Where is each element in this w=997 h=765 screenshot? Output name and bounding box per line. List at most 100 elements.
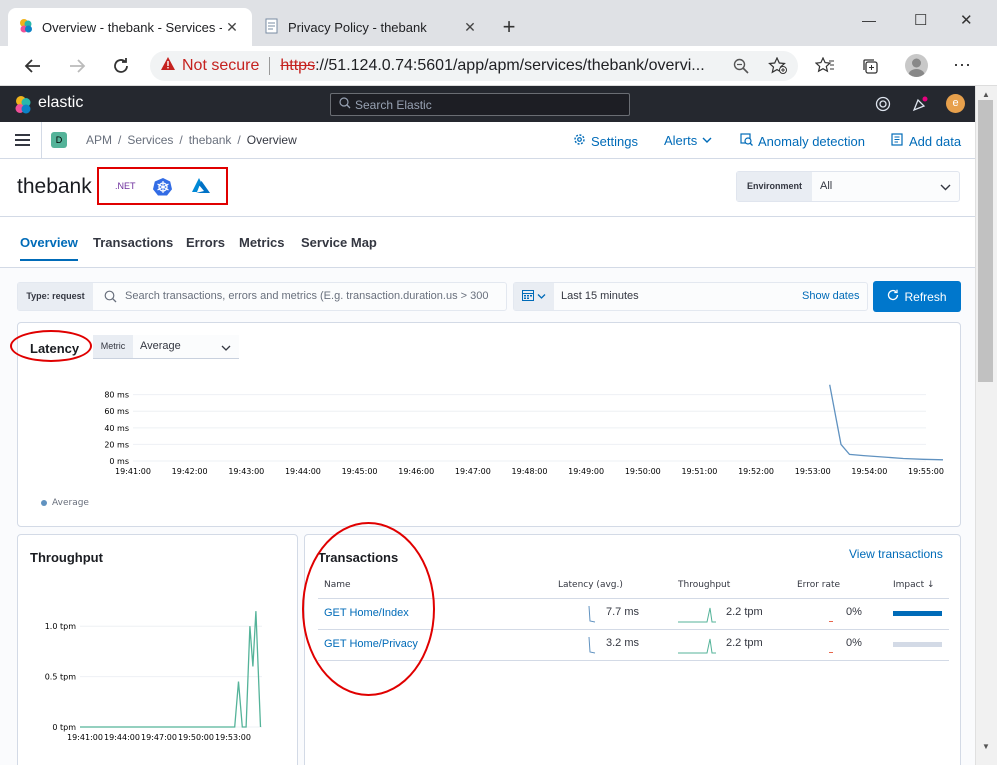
x-tick-label: 19:47:00 — [455, 467, 491, 476]
gear-icon — [573, 133, 586, 149]
scroll-up-icon[interactable]: ▲ — [982, 90, 990, 99]
tab-errors[interactable]: Errors — [186, 235, 225, 250]
collections-icon[interactable] — [861, 57, 879, 78]
add-data-link[interactable]: Add data — [891, 133, 961, 149]
x-tick-label: 19:52:00 — [738, 467, 774, 476]
throughput-panel: Throughput 0 tpm 0.5 tpm 1.0 tpm 19:41:00 19… — [17, 534, 298, 765]
brand-name[interactable]: elastic — [38, 94, 83, 112]
tab-close-icon[interactable]: ✕ — [222, 19, 242, 36]
scrollbar-thumb[interactable] — [978, 100, 993, 382]
page-title: thebank — [17, 175, 92, 198]
environment-select[interactable]: Environment All — [736, 171, 960, 202]
column-header-error-rate[interactable]: Error rate — [797, 580, 840, 590]
tab-close-icon[interactable]: ✕ — [460, 19, 480, 36]
calendar-button[interactable] — [514, 283, 554, 310]
x-tick-label: 19:49:00 — [568, 467, 604, 476]
azure-icon[interactable] — [191, 178, 211, 197]
new-tab-button[interactable]: + — [497, 16, 521, 40]
column-header-impact[interactable]: Impact ↓ — [893, 580, 935, 590]
x-tick-label: 19:44:00 — [285, 467, 321, 476]
divider — [41, 122, 42, 159]
address-bar-row: Not secure https ://51.124.0.74:5601/app… — [0, 46, 997, 86]
kuery-input-placeholder: Search transactions, errors and metrics … — [125, 290, 489, 302]
minimize-button[interactable]: — — [862, 12, 876, 28]
time-range-label[interactable]: Last 15 minutes — [561, 290, 639, 302]
kubernetes-icon[interactable] — [153, 177, 172, 199]
zoom-icon[interactable] — [733, 58, 749, 77]
view-transactions-link[interactable]: View transactions — [849, 547, 943, 561]
impact-bar — [893, 642, 942, 647]
anomaly-icon — [740, 133, 753, 149]
x-tick-label: 19:45:00 — [342, 467, 378, 476]
error-rate-value: 0% — [846, 637, 862, 649]
tab-service-map[interactable]: Service Map — [301, 235, 377, 250]
throughput-value: 2.2 tpm — [726, 606, 763, 618]
transactions-panel: Transactions View transactions Name Late… — [304, 534, 961, 765]
browser-tab-privacy[interactable]: Privacy Policy - thebank ✕ — [254, 8, 490, 46]
latency-sparkline — [588, 605, 596, 623]
user-avatar[interactable]: e — [946, 94, 965, 113]
breadcrumb-apm[interactable]: APM — [86, 133, 112, 147]
dotnet-icon[interactable]: .NET — [115, 181, 136, 191]
help-icon[interactable] — [875, 96, 891, 115]
y-tick-label: 0.5 tpm — [45, 673, 76, 682]
x-tick-label: 19:42:00 — [172, 467, 208, 476]
elastic-favicon-icon — [18, 18, 34, 37]
anomaly-detection-link[interactable]: Anomaly detection — [740, 133, 865, 149]
x-tick-label: 19:47:00 — [141, 733, 177, 742]
breadcrumb-separator: / — [118, 133, 122, 147]
elastic-logo-icon[interactable] — [13, 95, 33, 118]
tab-transactions[interactable]: Transactions — [93, 235, 173, 250]
close-window-button[interactable]: ✕ — [960, 11, 973, 29]
column-header-throughput[interactable]: Throughput — [678, 580, 730, 590]
more-menu-icon[interactable]: ⋯ — [953, 55, 972, 76]
alerts-menu[interactable]: Alerts — [664, 133, 712, 148]
profile-avatar-icon[interactable] — [905, 54, 928, 77]
maximize-button[interactable]: ☐ — [914, 11, 927, 29]
page-favicon-icon — [264, 18, 280, 37]
latency-chart[interactable]: 0 ms 20 ms 40 ms 60 ms 80 ms 19:41:00 19:42:00… — [18, 373, 958, 483]
newsfeed-icon[interactable] — [911, 96, 929, 115]
tab-metrics[interactable]: Metrics — [239, 235, 285, 250]
transaction-name-link[interactable]: GET Home/Index — [324, 607, 409, 619]
calendar-icon — [522, 289, 534, 304]
show-dates-link[interactable]: Show dates — [802, 290, 859, 302]
breadcrumb-service[interactable]: thebank — [189, 133, 232, 147]
breadcrumb-services[interactable]: Services — [127, 133, 173, 147]
kuery-bar[interactable]: Type: request Search transactions, error… — [17, 282, 507, 311]
column-header-latency[interactable]: Latency (avg.) — [558, 580, 623, 590]
latency-legend[interactable]: Average — [41, 498, 89, 508]
breadcrumb-bar: D APM / Services / thebank / Overview Se… — [0, 122, 975, 159]
not-secure-label[interactable]: Not secure — [182, 57, 259, 75]
tab-title: Overview - thebank - Services - A — [42, 19, 222, 35]
metric-select[interactable]: Metric Average — [93, 335, 239, 359]
refresh-button[interactable]: Refresh — [873, 281, 961, 312]
reload-icon[interactable] — [107, 52, 135, 80]
hamburger-menu-icon[interactable] — [15, 133, 31, 150]
favorite-add-icon[interactable] — [768, 56, 788, 78]
throughput-chart[interactable]: 0 tpm 0.5 tpm 1.0 tpm 19:41:00 19:44:00 19:47… — [18, 575, 297, 755]
throughput-title: Throughput — [30, 550, 103, 565]
x-tick-label: 19:43:00 — [228, 467, 264, 476]
error-sparkline — [829, 652, 833, 653]
y-tick-label: 1.0 tpm — [45, 622, 76, 631]
legend-dot — [41, 500, 47, 506]
tab-overview[interactable]: Overview — [20, 235, 78, 261]
date-picker[interactable]: Last 15 minutes Show dates — [513, 282, 868, 311]
series-line — [829, 384, 944, 461]
forward-arrow-icon[interactable] — [63, 52, 91, 80]
global-search-input[interactable]: Search Elastic — [330, 93, 630, 116]
y-tick-label: 80 ms — [104, 391, 129, 400]
scroll-down-icon[interactable]: ▼ — [982, 742, 990, 751]
favorites-icon[interactable] — [814, 56, 835, 78]
add-data-icon — [891, 133, 904, 149]
y-tick-label: 20 ms — [104, 440, 129, 449]
x-tick-label: 19:50:00 — [625, 467, 661, 476]
back-arrow-icon[interactable] — [19, 52, 47, 80]
column-header-name[interactable]: Name — [324, 580, 351, 590]
space-avatar[interactable]: D — [51, 132, 67, 148]
transaction-name-link[interactable]: GET Home/Privacy — [324, 638, 418, 650]
settings-link[interactable]: Settings — [573, 133, 638, 149]
browser-tab-overview[interactable]: Overview - thebank - Services - A ✕ — [8, 8, 252, 46]
url-field[interactable]: Not secure https ://51.124.0.74:5601/app… — [150, 51, 798, 81]
